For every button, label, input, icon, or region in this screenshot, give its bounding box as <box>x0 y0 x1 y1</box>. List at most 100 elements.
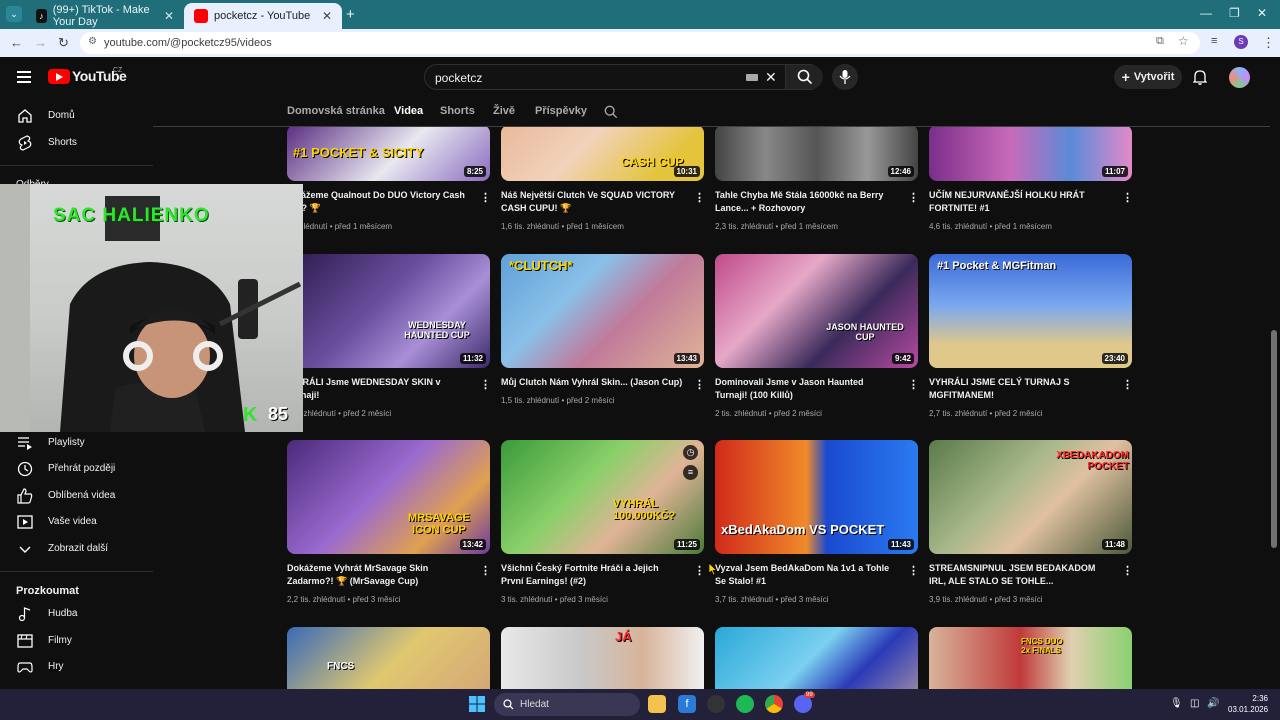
tab-search-icon[interactable]: ⌄ <box>6 6 22 22</box>
video-thumbnail[interactable]: #1 Pocket & MGFitman 23:40 <box>929 254 1132 368</box>
video-menu-icon[interactable]: ⋮ <box>1122 378 1133 391</box>
video-thumbnail[interactable] <box>715 627 918 689</box>
video-card[interactable]: CASH CUP 10:31 Náš Největší Clutch Ve SQ… <box>501 127 705 237</box>
video-card[interactable]: xBedAkaDom VS POCKET 11:43 Vyzval Jsem B… <box>715 440 919 610</box>
video-thumbnail[interactable]: XBEDAKADOM POCKET 11:48 <box>929 440 1132 554</box>
keyboard-icon[interactable] <box>746 74 758 81</box>
video-thumbnail[interactable]: CASH CUP 10:31 <box>501 127 704 181</box>
video-title[interactable]: STREAMSNIPNUL JSEM BEDAKADOM IRL, ALE ST… <box>929 562 1111 588</box>
search-button[interactable] <box>785 65 823 89</box>
video-card[interactable]: JÁ <box>501 627 705 689</box>
video-title[interactable]: Dominovali Jsme v Jason Haunted Turnaji!… <box>715 376 897 402</box>
page-scrollbar-thumb[interactable] <box>1271 330 1277 548</box>
hamburger-menu-icon[interactable] <box>17 71 31 83</box>
video-thumbnail[interactable]: FNCS DUO 2x FINALS <box>929 627 1132 689</box>
video-menu-icon[interactable]: ⋮ <box>480 378 491 391</box>
video-card[interactable]: WEDNESDAY HAUNTED CUP 11:32 …HRÁLI Jsme … <box>287 254 491 424</box>
browser-tab-youtube[interactable]: pocketcz - YouTube ✕ <box>184 3 342 29</box>
video-title[interactable]: VYHRÁLI JSME CELÝ TURNAJ S MGFITMANEM! <box>929 376 1111 402</box>
video-thumbnail[interactable]: VYHRÁL 100.000KČ? ◷ ≡ 11:25 <box>501 440 704 554</box>
video-thumbnail[interactable]: MRSAVAGE ICON CUP 13:42 <box>287 440 490 554</box>
video-card[interactable]: #1 POCKET & SICITY 8:25 …kážeme Qualnout… <box>287 127 491 237</box>
network-icon[interactable]: ◫ <box>1190 698 1199 709</box>
youtube-logo-icon[interactable] <box>48 69 70 84</box>
minimize-button[interactable]: — <box>1200 6 1212 20</box>
forward-icon[interactable]: → <box>34 35 47 50</box>
video-menu-icon[interactable]: ⋮ <box>1122 564 1133 577</box>
back-icon[interactable]: ← <box>10 35 23 50</box>
video-menu-icon[interactable]: ⋮ <box>1122 191 1133 204</box>
microphone-icon[interactable]: 🎙 <box>1170 698 1183 709</box>
search-box[interactable]: pocketcz ✕ <box>424 64 823 90</box>
video-menu-icon[interactable]: ⋮ <box>908 191 919 204</box>
install-app-icon[interactable]: ⧉ <box>1156 35 1164 48</box>
channel-search-icon[interactable] <box>604 105 618 119</box>
video-card[interactable] <box>715 627 919 689</box>
video-title[interactable]: Vyzval Jsem BedAkaDom Na 1v1 a Tohle Se … <box>715 562 897 588</box>
video-title[interactable]: Tahle Chyba Mě Stála 16000kč na Berry La… <box>715 189 897 215</box>
tab-shorts[interactable]: Shorts <box>440 105 475 117</box>
new-tab-button[interactable]: + <box>346 6 355 23</box>
video-menu-icon[interactable]: ⋮ <box>908 378 919 391</box>
sidebar-item-home[interactable]: Domů <box>0 103 153 129</box>
media-controls-icon[interactable]: ≡ <box>1211 35 1217 47</box>
file-explorer-icon[interactable] <box>648 695 666 713</box>
site-info-icon[interactable]: ⚙ <box>88 36 97 47</box>
video-thumbnail[interactable]: *CLUTCH* 13:43 <box>501 254 704 368</box>
video-menu-icon[interactable]: ⋮ <box>694 191 705 204</box>
chrome-icon[interactable] <box>765 695 783 713</box>
windows-start-icon[interactable] <box>469 696 485 712</box>
video-title[interactable]: Můj Clutch Nám Vyhrál Skin... (Jason Cup… <box>501 376 683 389</box>
create-button[interactable]: + Vytvořit <box>1114 65 1182 89</box>
video-thumbnail[interactable]: 11:07 <box>929 127 1132 181</box>
address-bar[interactable]: ⚙ youtube.com/@pocketcz95/videos ⧉ ☆ <box>80 32 1200 54</box>
profile-icon[interactable]: S <box>1234 35 1248 49</box>
video-card[interactable]: FNCS <box>287 627 491 689</box>
video-thumbnail[interactable]: JÁ <box>501 627 704 689</box>
window-close-button[interactable]: ✕ <box>1257 6 1267 20</box>
video-card[interactable]: #1 Pocket & MGFitman 23:40 VYHRÁLI JSME … <box>929 254 1133 424</box>
video-thumbnail[interactable]: 12:46 <box>715 127 918 181</box>
taskbar-clock[interactable]: 2:36 03.01.2026 <box>1228 693 1268 715</box>
video-thumbnail[interactable]: JASON HAUNTED CUP 9:42 <box>715 254 918 368</box>
tab-posts[interactable]: Příspěvky <box>535 105 587 117</box>
tab-home[interactable]: Domovská stránka <box>287 105 385 117</box>
video-thumbnail[interactable]: WEDNESDAY HAUNTED CUP 11:32 <box>287 254 490 368</box>
search-input[interactable]: pocketcz <box>435 71 482 85</box>
obs-icon[interactable] <box>707 695 725 713</box>
maximize-button[interactable]: ❐ <box>1229 6 1240 20</box>
green-app-icon[interactable] <box>736 695 754 713</box>
video-card[interactable]: XBEDAKADOM POCKET 11:48 STREAMSNIPNUL JS… <box>929 440 1133 610</box>
video-title[interactable]: Všichni Český Fortnite Hráči a Jejich Pr… <box>501 562 683 588</box>
video-menu-icon[interactable]: ⋮ <box>480 191 491 204</box>
video-title[interactable]: Náš Největší Clutch Ve SQUAD VICTORY CAS… <box>501 189 683 215</box>
video-title[interactable]: UČÍM NEJURVANĚJŠÍ HOLKU HRÁT FORTNITE! #… <box>929 189 1111 215</box>
video-card[interactable]: 11:07 UČÍM NEJURVANĚJŠÍ HOLKU HRÁT FORTN… <box>929 127 1133 237</box>
video-menu-icon[interactable]: ⋮ <box>694 564 705 577</box>
taskbar-search[interactable]: Hledat <box>494 693 640 716</box>
video-menu-icon[interactable]: ⋮ <box>908 564 919 577</box>
close-icon[interactable]: ✕ <box>164 9 174 23</box>
video-menu-icon[interactable]: ⋮ <box>694 378 705 391</box>
tab-live[interactable]: Živě <box>493 105 515 117</box>
add-to-queue-icon[interactable]: ≡ <box>683 465 698 480</box>
volume-icon[interactable]: 🔊 <box>1207 698 1219 709</box>
voice-search-button[interactable] <box>832 64 858 90</box>
notifications-bell-icon[interactable] <box>1192 69 1208 90</box>
video-menu-icon[interactable]: ⋮ <box>480 564 491 577</box>
browser-menu-icon[interactable]: ⋮ <box>1262 35 1275 51</box>
video-card[interactable]: VYHRÁL 100.000KČ? ◷ ≡ 11:25 Všichni Česk… <box>501 440 705 610</box>
video-card[interactable]: MRSAVAGE ICON CUP 13:42 Dokážeme Vyhrát … <box>287 440 491 610</box>
video-title[interactable]: Dokážeme Vyhrát MrSavage Skin Zadarmo?! … <box>287 562 469 588</box>
tab-videos[interactable]: Videa <box>394 105 423 117</box>
app-f-icon[interactable]: f <box>678 695 696 713</box>
video-thumbnail[interactable]: xBedAkaDom VS POCKET 11:43 <box>715 440 918 554</box>
browser-tab-tiktok[interactable]: ♪ (99+) TikTok - Make Your Day ✕ <box>26 3 184 29</box>
video-card[interactable]: 12:46 Tahle Chyba Mě Stála 16000kč na Be… <box>715 127 919 237</box>
video-card[interactable]: JASON HAUNTED CUP 9:42 Dominovali Jsme v… <box>715 254 919 424</box>
video-thumbnail[interactable]: FNCS <box>287 627 490 689</box>
video-title[interactable]: …HRÁLI Jsme WEDNESDAY SKIN v Turnaji! <box>287 376 469 402</box>
account-avatar[interactable] <box>1229 67 1250 88</box>
watch-later-icon[interactable]: ◷ <box>683 445 698 460</box>
bookmark-star-icon[interactable]: ☆ <box>1178 34 1189 48</box>
